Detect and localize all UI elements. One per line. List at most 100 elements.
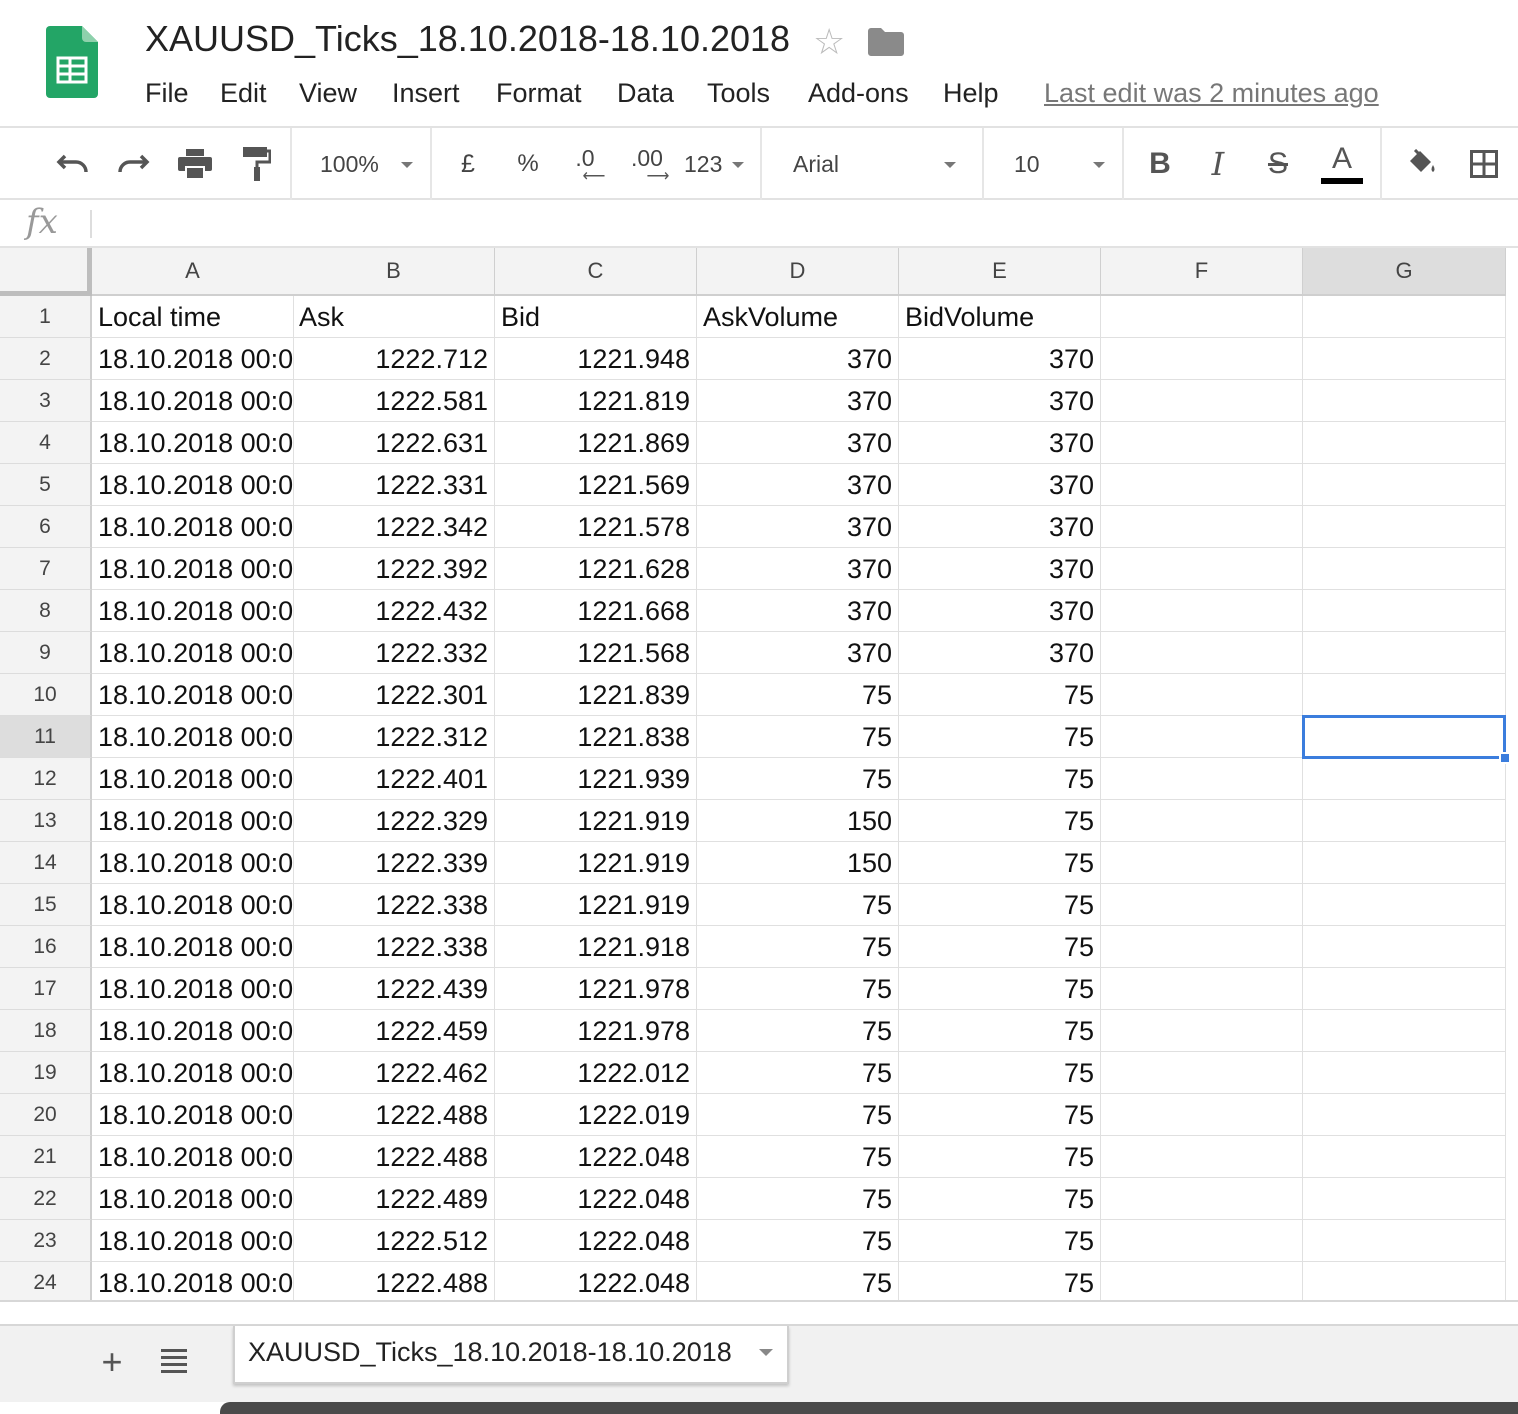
row-header[interactable]: 7 xyxy=(0,548,92,590)
cell-f6[interactable] xyxy=(1101,506,1303,548)
row-header[interactable]: 5 xyxy=(0,464,92,506)
cell-a20[interactable]: 18.10.2018 00:00 xyxy=(92,1094,294,1136)
row-header[interactable]: 1 xyxy=(0,296,92,338)
cell-b8[interactable]: 1222.432 xyxy=(293,590,495,632)
cell-f23[interactable] xyxy=(1101,1220,1303,1262)
cell-d21[interactable]: 75 xyxy=(697,1136,899,1178)
cell-g5[interactable] xyxy=(1303,464,1506,506)
cell-g16[interactable] xyxy=(1303,926,1506,968)
row-header[interactable]: 13 xyxy=(0,800,92,842)
cell-e23[interactable]: 75 xyxy=(899,1220,1101,1262)
cell-f24[interactable] xyxy=(1101,1262,1303,1304)
cell-e16[interactable]: 75 xyxy=(899,926,1101,968)
cell-b13[interactable]: 1222.329 xyxy=(293,800,495,842)
cell-e15[interactable]: 75 xyxy=(899,884,1101,926)
cell-g10[interactable] xyxy=(1303,674,1506,716)
cell-c22[interactable]: 1222.048 xyxy=(495,1178,697,1220)
cell-c17[interactable]: 1221.978 xyxy=(495,968,697,1010)
row-header[interactable]: 15 xyxy=(0,884,92,926)
row-header[interactable]: 9 xyxy=(0,632,92,674)
cell-b19[interactable]: 1222.462 xyxy=(293,1052,495,1094)
cell-c11[interactable]: 1221.838 xyxy=(495,716,697,758)
cell-b20[interactable]: 1222.488 xyxy=(293,1094,495,1136)
formula-input[interactable] xyxy=(100,204,1500,244)
cell-d23[interactable]: 75 xyxy=(697,1220,899,1262)
cell-f2[interactable] xyxy=(1101,338,1303,380)
cell-d12[interactable]: 75 xyxy=(697,758,899,800)
cell-g23[interactable] xyxy=(1303,1220,1506,1262)
cell-c3[interactable]: 1221.819 xyxy=(495,380,697,422)
row-header[interactable]: 24 xyxy=(0,1262,92,1304)
cell-g2[interactable] xyxy=(1303,338,1506,380)
cell-e3[interactable]: 370 xyxy=(899,380,1101,422)
cell-d7[interactable]: 370 xyxy=(697,548,899,590)
cell-c24[interactable]: 1222.048 xyxy=(495,1262,697,1304)
cell-f5[interactable] xyxy=(1101,464,1303,506)
cell-e10[interactable]: 75 xyxy=(899,674,1101,716)
cell-a17[interactable]: 18.10.2018 00:00 xyxy=(92,968,294,1010)
cell-a5[interactable]: 18.10.2018 00:00 xyxy=(92,464,294,506)
cell-a19[interactable]: 18.10.2018 00:00 xyxy=(92,1052,294,1094)
column-header-f[interactable]: F xyxy=(1101,248,1303,296)
cell-c7[interactable]: 1221.628 xyxy=(495,548,697,590)
cell-f16[interactable] xyxy=(1101,926,1303,968)
cell-f9[interactable] xyxy=(1101,632,1303,674)
cell-b12[interactable]: 1222.401 xyxy=(293,758,495,800)
cell-d17[interactable]: 75 xyxy=(697,968,899,1010)
cell-a9[interactable]: 18.10.2018 00:00 xyxy=(92,632,294,674)
cell-b21[interactable]: 1222.488 xyxy=(293,1136,495,1178)
redo-button[interactable] xyxy=(110,128,156,200)
row-header[interactable]: 21 xyxy=(0,1136,92,1178)
column-header-g[interactable]: G xyxy=(1303,248,1506,296)
cell-e18[interactable]: 75 xyxy=(899,1010,1101,1052)
cell-d22[interactable]: 75 xyxy=(697,1178,899,1220)
document-title[interactable]: XAUUSD_Ticks_18.10.2018-18.10.2018 xyxy=(145,18,790,60)
row-header[interactable]: 6 xyxy=(0,506,92,548)
cell-e21[interactable]: 75 xyxy=(899,1136,1101,1178)
cell-e11[interactable]: 75 xyxy=(899,716,1101,758)
text-color-button[interactable]: A xyxy=(1318,128,1366,200)
cell-a4[interactable]: 18.10.2018 00:00 xyxy=(92,422,294,464)
cell-d20[interactable]: 75 xyxy=(697,1094,899,1136)
cell-b1[interactable]: Ask xyxy=(293,296,495,338)
strikethrough-button[interactable]: S xyxy=(1258,128,1298,200)
bold-button[interactable]: B xyxy=(1140,128,1180,200)
undo-button[interactable] xyxy=(50,128,96,200)
cell-g24[interactable] xyxy=(1303,1262,1506,1304)
cell-g21[interactable] xyxy=(1303,1136,1506,1178)
menu-data[interactable]: Data xyxy=(617,74,674,112)
fill-handle[interactable] xyxy=(1499,752,1511,764)
cell-d13[interactable]: 150 xyxy=(697,800,899,842)
cell-c1[interactable]: Bid xyxy=(495,296,697,338)
cell-g12[interactable] xyxy=(1303,758,1506,800)
increase-decimals-button[interactable]: .00 ⟶ xyxy=(622,128,672,200)
cell-g9[interactable] xyxy=(1303,632,1506,674)
cell-g20[interactable] xyxy=(1303,1094,1506,1136)
row-header[interactable]: 20 xyxy=(0,1094,92,1136)
cell-e17[interactable]: 75 xyxy=(899,968,1101,1010)
cell-a8[interactable]: 18.10.2018 00:00 xyxy=(92,590,294,632)
cell-a22[interactable]: 18.10.2018 00:00 xyxy=(92,1178,294,1220)
cell-f4[interactable] xyxy=(1101,422,1303,464)
cell-a6[interactable]: 18.10.2018 00:00 xyxy=(92,506,294,548)
select-all-corner[interactable] xyxy=(0,248,92,296)
cell-f20[interactable] xyxy=(1101,1094,1303,1136)
menu-add-ons[interactable]: Add-ons xyxy=(808,74,909,112)
cell-e1[interactable]: BidVolume xyxy=(899,296,1101,338)
column-header-b[interactable]: B xyxy=(293,248,495,296)
cell-c5[interactable]: 1221.569 xyxy=(495,464,697,506)
column-header-e[interactable]: E xyxy=(899,248,1101,296)
cell-g1[interactable] xyxy=(1303,296,1506,338)
row-header[interactable]: 18 xyxy=(0,1010,92,1052)
cell-d24[interactable]: 75 xyxy=(697,1262,899,1304)
cell-a23[interactable]: 18.10.2018 00:00 xyxy=(92,1220,294,1262)
cell-b5[interactable]: 1222.331 xyxy=(293,464,495,506)
cell-d3[interactable]: 370 xyxy=(697,380,899,422)
cell-c20[interactable]: 1222.019 xyxy=(495,1094,697,1136)
cell-e7[interactable]: 370 xyxy=(899,548,1101,590)
cell-f1[interactable] xyxy=(1101,296,1303,338)
cell-f22[interactable] xyxy=(1101,1178,1303,1220)
print-button[interactable] xyxy=(172,128,218,200)
menu-format[interactable]: Format xyxy=(496,74,582,112)
cell-e24[interactable]: 75 xyxy=(899,1262,1101,1304)
